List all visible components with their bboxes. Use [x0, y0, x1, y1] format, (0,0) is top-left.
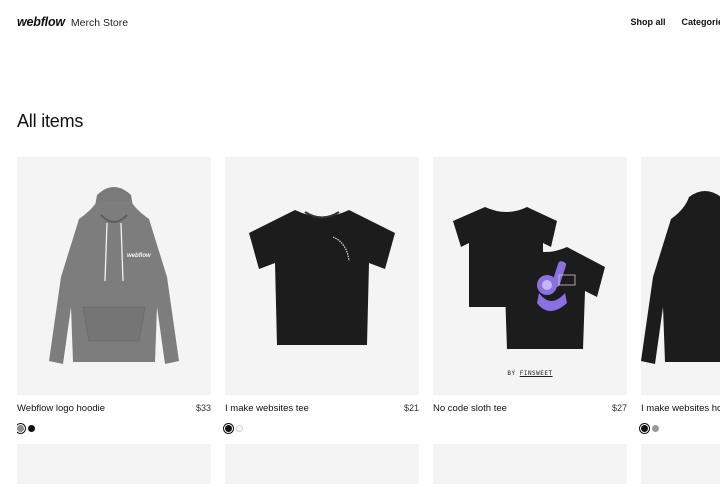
tshirt-pair-illustration [453, 207, 605, 349]
swatch-gray[interactable] [652, 425, 659, 432]
product-price: $33 [195, 403, 211, 413]
credit-brand: FINSWEET [519, 370, 553, 377]
product-meta: No code sloth tee $27 [433, 401, 627, 423]
site-logo[interactable]: webflow Merch Store [17, 15, 128, 29]
swatch-white[interactable] [236, 425, 243, 432]
product-card-placeholder[interactable] [225, 444, 419, 484]
color-swatches [17, 425, 211, 432]
product-card-placeholder[interactable] [17, 444, 211, 484]
product-title[interactable]: I make websites ho [641, 403, 720, 414]
product-title[interactable]: I make websites tee [225, 403, 309, 414]
product-image[interactable] [225, 157, 419, 395]
hoodie-illustration: webflow [49, 187, 179, 364]
product-card-no-code-sloth-tee[interactable]: BY FINSWEET No code sloth tee $27 [433, 157, 627, 423]
product-image[interactable] [641, 157, 720, 395]
credit-prefix: BY [507, 370, 516, 377]
product-card-placeholder[interactable] [641, 444, 720, 484]
swatch-black[interactable] [225, 425, 232, 432]
color-swatches [641, 425, 720, 432]
hoodie-print-text: webflow [127, 253, 151, 259]
product-card-placeholder[interactable] [433, 444, 627, 484]
product-title[interactable]: No code sloth tee [433, 403, 507, 414]
product-card-i-make-websites-hoodie[interactable]: I make websites ho [641, 157, 720, 432]
site-header: webflow Merch Store Shop all Categories [0, 0, 720, 46]
product-credit: BY FINSWEET [433, 370, 627, 377]
swatch-black[interactable] [28, 425, 35, 432]
product-grid: webflow Webflow logo hoodie $33 I make w… [17, 157, 720, 487]
product-card-webflow-logo-hoodie[interactable]: webflow Webflow logo hoodie $33 [17, 157, 211, 432]
product-image[interactable]: webflow [17, 157, 211, 395]
nav-categories[interactable]: Categories [681, 17, 720, 27]
tshirt-illustration [249, 210, 395, 345]
product-image[interactable]: BY FINSWEET [433, 157, 627, 395]
product-price: $21 [403, 403, 419, 413]
product-title[interactable]: Webflow logo hoodie [17, 403, 105, 414]
color-swatches [225, 425, 419, 432]
hoodie-illustration [641, 191, 720, 364]
swatch-gray[interactable] [17, 425, 24, 432]
product-meta: I make websites tee $21 [225, 401, 419, 423]
page-title: All items [17, 111, 84, 131]
nav-shop-all[interactable]: Shop all [630, 17, 665, 27]
swatch-black[interactable] [641, 425, 648, 432]
product-card-i-make-websites-tee[interactable]: I make websites tee $21 [225, 157, 419, 432]
product-price: $27 [611, 403, 627, 413]
product-meta: Webflow logo hoodie $33 [17, 401, 211, 423]
logo-wordmark: webflow [17, 15, 65, 29]
product-meta: I make websites ho [641, 401, 720, 423]
main-nav: Shop all Categories [630, 17, 720, 27]
logo-store-name: Merch Store [70, 17, 129, 29]
